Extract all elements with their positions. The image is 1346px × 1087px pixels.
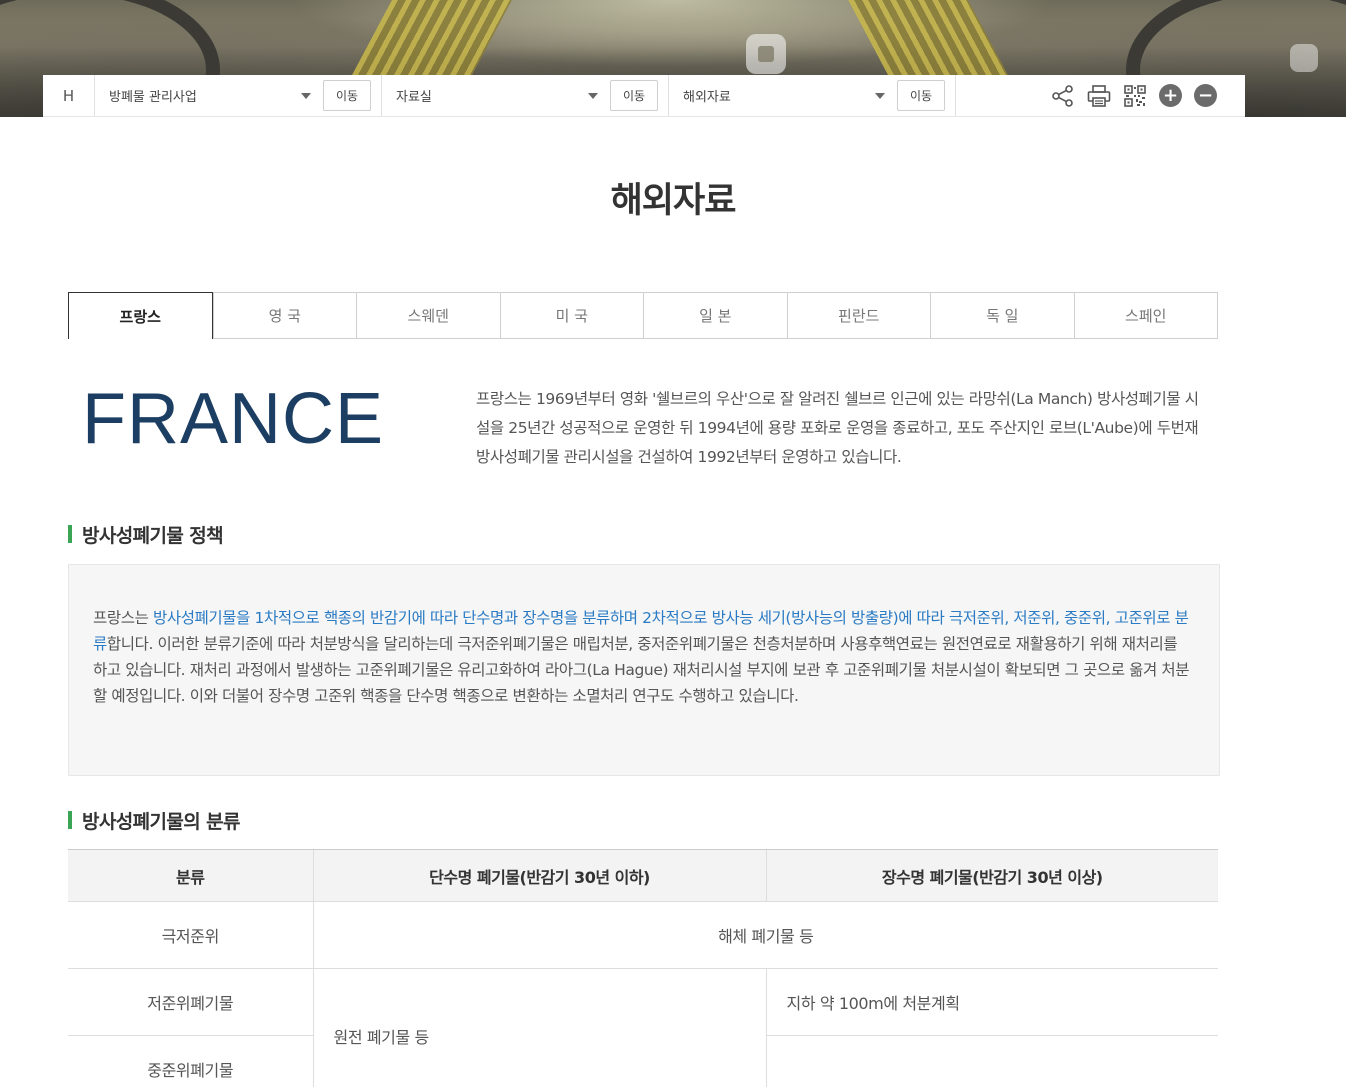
tab-germany[interactable]: 독 일 (930, 293, 1074, 338)
location-select-1-value: 방폐물 관리사업 (109, 90, 197, 105)
tab-finland[interactable]: 핀란드 (786, 293, 930, 338)
tab-spain[interactable]: 스페인 (1073, 293, 1217, 338)
location-go-button-3[interactable]: 이동 (897, 80, 945, 111)
table-cell-category: 중준위폐기물 (68, 1035, 313, 1087)
zoom-in-icon[interactable]: + (1159, 84, 1182, 107)
location-go-button-2[interactable]: 이동 (610, 80, 658, 111)
location-select-3-value: 해외자료 (683, 90, 731, 105)
location-select-3[interactable]: 해외자료 (683, 86, 897, 105)
chevron-down-icon (301, 92, 311, 99)
tab-france[interactable]: 프랑스 (68, 292, 213, 339)
classification-table: 분류 단수명 폐기물(반감기 30년 이하) 장수명 폐기물(반감기 30년 이… (68, 849, 1218, 1087)
zoom-out-icon[interactable]: − (1194, 84, 1217, 107)
country-intro-text: 프랑스는 1969년부터 영화 '쉘브르의 우산'으로 잘 알려진 쉘브르 인근… (476, 390, 1199, 466)
brand-mark-icon-small (1290, 44, 1318, 72)
tab-uk[interactable]: 영 국 (212, 293, 356, 338)
classification-heading: 방사성폐기물의 분류 (68, 807, 241, 834)
table-cell-category: 극저준위 (68, 901, 313, 969)
table-cell-short-llw-ilw: 원전 폐기물 등 (312, 968, 766, 1087)
tab-japan[interactable]: 일 본 (643, 293, 787, 338)
table-row: 저준위폐기물 원전 폐기물 등 지하 약 100m에 처분계획 (68, 968, 1218, 1087)
chevron-down-icon (875, 92, 885, 99)
country-name-heading: FRANCE (82, 379, 385, 459)
table-header-short-lived: 단수명 폐기물(반감기 30년 이하) (312, 849, 766, 902)
tab-sweden[interactable]: 스웨덴 (356, 293, 500, 338)
policy-text-rest: 합니다. 이러한 분류기준에 따라 처분방식을 달리하는데 극저준위폐기물은 매… (93, 635, 1190, 705)
table-cell-long-llw: 지하 약 100m에 처분계획 (765, 968, 1218, 1036)
location-select-2-value: 자료실 (396, 90, 432, 105)
table-header-row: 분류 단수명 폐기물(반감기 30년 이하) 장수명 폐기물(반감기 30년 이… (68, 849, 1218, 902)
qr-code-icon[interactable] (1123, 84, 1147, 108)
share-icon[interactable] (1051, 84, 1075, 108)
table-cell-category: 저준위폐기물 (68, 968, 313, 1036)
home-link[interactable]: H (43, 75, 95, 116)
table-row: 극저준위 해체 폐기물 등 (68, 901, 1218, 969)
location-go-button-1[interactable]: 이동 (323, 80, 371, 111)
location-group-1: 방폐물 관리사업 이동 (95, 75, 382, 116)
tab-usa[interactable]: 미 국 (499, 293, 643, 338)
location-group-3: 해외자료 이동 (669, 75, 956, 116)
table-cell-long-ilw (765, 1035, 1218, 1087)
print-icon[interactable] (1087, 84, 1111, 108)
page-tools: + − (956, 75, 1245, 116)
page-title: 해외자료 (610, 181, 737, 221)
location-select-1[interactable]: 방폐물 관리사업 (109, 86, 323, 105)
policy-box: 프랑스는 방사성폐기물을 1차적으로 핵종의 반감기에 따라 단수명과 장수명을… (68, 564, 1220, 776)
chevron-down-icon (588, 92, 598, 99)
table-cell-vllw: 해체 폐기물 등 (312, 901, 1218, 969)
location-bar: H 방폐물 관리사업 이동 자료실 이동 해외자료 이동 + − (43, 75, 1245, 117)
table-header-long-lived: 장수명 폐기물(반감기 30년 이상) (765, 849, 1218, 902)
policy-heading: 방사성폐기물 정책 (68, 521, 224, 548)
location-group-2: 자료실 이동 (382, 75, 669, 116)
location-select-2[interactable]: 자료실 (396, 86, 610, 105)
table-header-category: 분류 (68, 849, 313, 902)
policy-text-prefix: 프랑스는 (93, 609, 153, 627)
brand-mark-icon (746, 34, 786, 74)
country-tabs: 프랑스 영 국 스웨덴 미 국 일 본 핀란드 독 일 스페인 (68, 292, 1218, 339)
